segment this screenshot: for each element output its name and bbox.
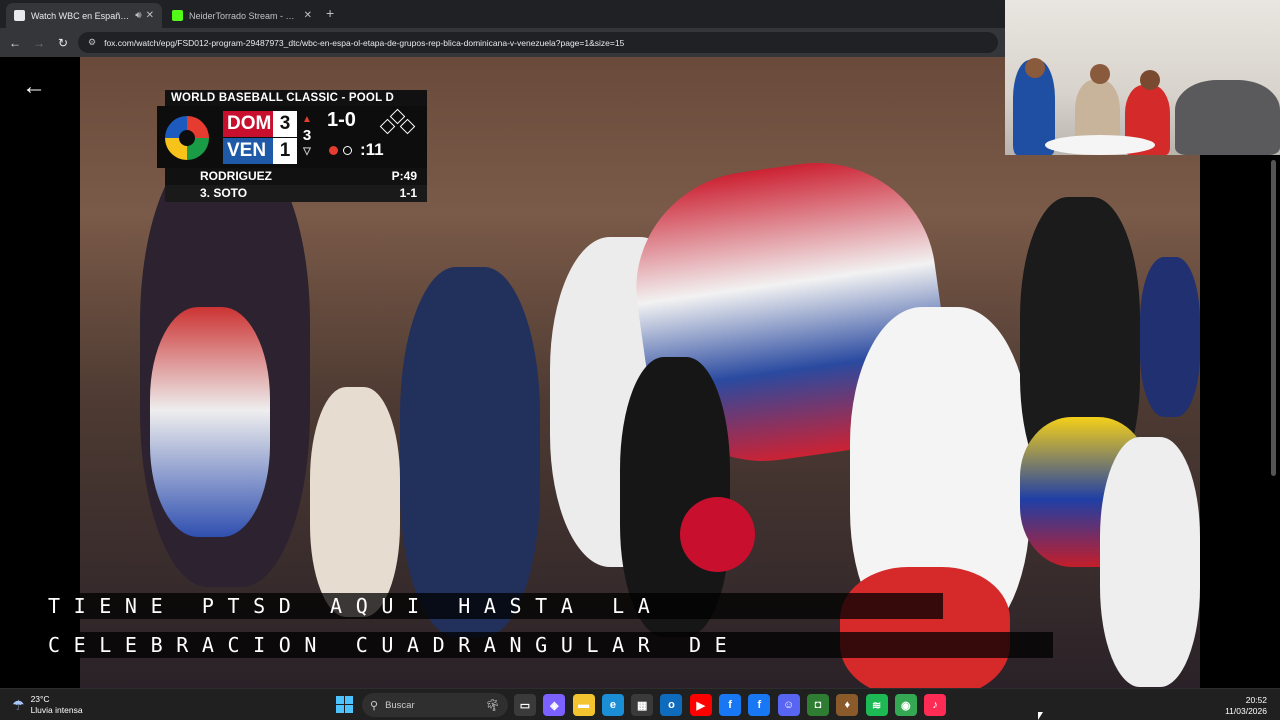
weather-temp: 23°C [30,694,50,704]
search-placeholder: Buscar [385,699,415,711]
back-icon[interactable]: ← [3,36,27,50]
browser-toolbar: ← → ↻ ⚙ fox.com/watch/epg/FSD012-program… [0,28,1005,57]
tab-title: NeiderTorrado Stream - Watch [189,10,300,21]
bottom-inning-arrow-icon: ▽ [303,146,311,157]
facebook-alt-icon[interactable]: f [748,694,771,716]
youtube-icon[interactable]: ▶ [689,694,712,716]
caption-line-2: CELEBRACION CUADRANGULAR DE [48,632,1053,658]
kick-favicon-icon [172,10,183,21]
fox-favicon-icon [14,10,25,21]
address-bar[interactable]: ⚙ fox.com/watch/epg/FSD012-program-29487… [78,32,998,53]
weather-desc: Lluvia intensa [30,705,83,715]
ball-strike-count: 1-0 [327,109,356,131]
mouse-cursor-icon [1038,712,1043,720]
pitch-clock-value: :11 [360,140,384,159]
taskbar-apps: ▭ ◈ ▬ e ▦ o ▶ f f ☺ ◘ ♦ ≋ ◉ ♪ [514,694,953,716]
copilot-icon[interactable]: ◈ [543,694,566,716]
back-arrow-icon[interactable]: ← [22,73,46,101]
chrome-icon[interactable]: ◉ [894,694,917,716]
webcam-overlay [1005,0,1280,155]
inning-indicator: ▲ 3 ▽ [299,112,315,160]
discord-icon[interactable]: ☺ [777,694,800,716]
search-highlight-icon: 🌴︎ [484,698,500,712]
pitch-count: P:49 [391,169,417,183]
team-dom: DOM 3 [223,111,297,137]
team-runs: 1 [273,138,297,164]
scoreboard-title: WORLD BASEBALL CLASSIC - POOL D [165,90,427,106]
facebook-icon[interactable]: f [719,694,742,716]
team-runs: 3 [273,111,297,137]
close-tab-icon[interactable]: ✕ [146,10,154,21]
batter-name: 3. SOTO [200,186,248,200]
clock-time: 20:52 [1245,695,1267,705]
batter-row: 3. SOTO 1-1 [165,185,427,202]
batter-stat: 1-1 [399,186,417,200]
scoreboard: WORLD BASEBALL CLASSIC - POOL D DOM 3 VE… [157,90,427,202]
caption-line-1: TIENE PTSD AQUI HASTA LA [48,593,943,619]
speaker-icon[interactable]: 🔊︎ [135,10,141,21]
scrollbar[interactable] [1271,160,1276,476]
file-explorer-icon[interactable]: ▬ [572,694,595,716]
pitcher-row: RODRIGUEZ P:49 [165,168,427,185]
start-button[interactable] [336,696,353,713]
task-view-icon[interactable]: ▭ [514,694,536,716]
out-indicator-icon [329,145,338,155]
rain-cloud-icon: ☂ [12,696,25,713]
store-icon[interactable]: ▦ [631,694,654,716]
tab-watch-wbc[interactable]: Watch WBC en Español - E 🔊︎ ✕ [6,3,162,28]
tiktok-icon[interactable]: ♪ [924,694,947,716]
spotify-icon[interactable]: ≋ [865,694,888,716]
browser-tab-bar: Watch WBC en Español - E 🔊︎ ✕ NeiderTorr… [0,0,1005,28]
weather-widget[interactable]: ☂ 23°C Lluvia intensa [12,694,83,716]
clock-date: 11/03/2026 [1225,706,1267,716]
taskbar-search[interactable]: ⚲ Buscar 🌴︎ [362,693,508,717]
team-abbr: DOM [227,113,272,134]
url-text: fox.com/watch/epg/FSD012-program-2948797… [104,37,625,48]
clock[interactable]: 20:52 11/03/2026 [1225,695,1267,717]
top-inning-arrow-icon: ▲ [302,114,312,125]
pitch-clock: :11 [329,140,384,160]
edge-icon[interactable]: e [601,694,624,716]
bases-diamond-icon [379,108,417,135]
wbc-logo-icon [165,116,209,160]
close-tab-icon[interactable]: ✕ [304,10,312,21]
tab-neidertorrado-stream[interactable]: NeiderTorrado Stream - Watch ✕ [164,3,320,28]
outlook-icon[interactable]: o [660,694,683,716]
scoreboard-main: DOM 3 VEN 1 ▲ 3 ▽ 1-0 :11 [157,106,427,168]
site-info-icon[interactable]: ⚙ [88,37,96,48]
team-ven: VEN 1 [223,138,297,164]
out-indicator-empty-icon [343,145,352,155]
forward-icon[interactable]: → [27,36,51,50]
reload-icon[interactable]: ↻ [51,36,75,50]
game-icon[interactable]: ◘ [806,694,829,716]
pitcher-name: RODRIGUEZ [200,169,272,183]
app-icon[interactable]: ♦ [836,694,859,716]
inning-number: 3 [302,127,312,144]
team-abbr: VEN [227,140,267,161]
tab-title: Watch WBC en Español - E [31,10,132,21]
new-tab-button[interactable]: + [326,5,334,21]
taskbar: ☂ 23°C Lluvia intensa ⚲ Buscar 🌴︎ ▭ ◈ ▬ e ▦ o… [0,688,1280,720]
search-icon: ⚲ [370,699,379,712]
